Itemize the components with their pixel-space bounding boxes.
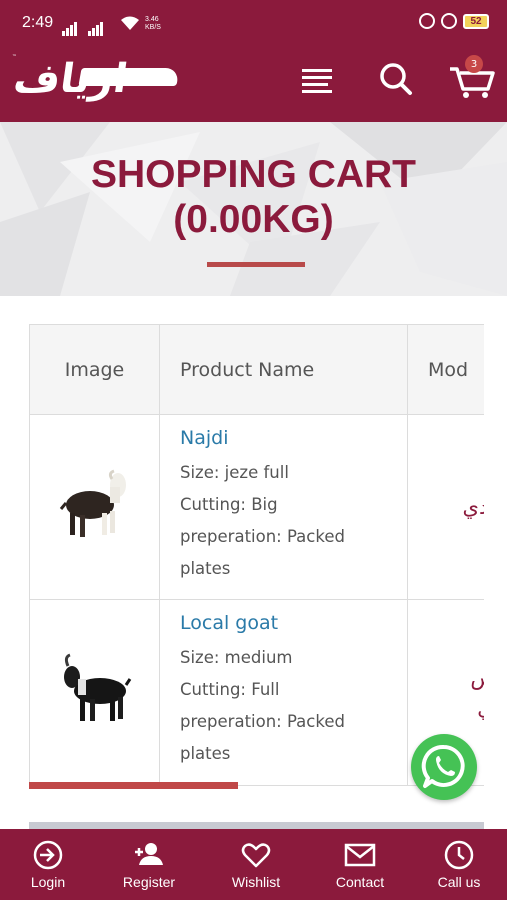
product-option: Size: jeze full [180,463,289,482]
header-image: Image [29,324,160,415]
speed-value: 3.46 [145,16,159,23]
product-option: Cutting: Full [180,680,280,699]
mail-icon [310,839,410,871]
product-option: plates [180,744,231,763]
whatsapp-icon [421,744,465,788]
table-header-row: Image Product Name Mod [29,324,484,415]
alarm-icon [441,13,457,29]
product-model: بس [408,663,484,693]
product-image-cell [29,599,160,786]
product-model: حدي [462,495,484,519]
nav-login-label: Login [30,874,66,890]
nav-call-us[interactable]: Call us [409,829,507,900]
cart-icon[interactable]: 3 [448,55,498,99]
product-details-cell: Najdi Size: jeze full Cutting: Big prepe… [159,414,408,600]
local-goat-image[interactable] [58,651,132,731]
page-title-line2: (0.00KG) [173,198,334,241]
nav-call-us-label: Call us [437,874,481,890]
search-icon[interactable] [376,59,416,99]
najdi-sheep-image[interactable] [58,465,132,545]
table-row: Najdi Size: jeze full Cutting: Big prepe… [29,414,484,600]
product-option: preperation: Packed [180,527,345,546]
heart-icon [206,839,306,871]
nav-contact[interactable]: Contact [310,829,410,900]
signal-icon-2 [88,17,104,36]
title-underline [207,262,305,267]
product-name-link[interactable]: Najdi [180,427,399,449]
product-model: دي [408,693,484,723]
product-model-cell: حدي [407,414,484,600]
app-header: ™ ارياف 3 [0,50,507,122]
signal-icon [62,17,78,36]
network-speed: 3.46 KB/S [145,16,161,32]
phone-icon [409,839,507,871]
nav-contact-label: Contact [335,874,385,890]
nav-login[interactable]: Login [0,829,98,900]
status-time: 2:49 [22,14,54,31]
cart-table: Image Product Name Mod Najdi Size: jeze … [29,324,484,786]
register-icon [99,839,199,871]
cart-table-container[interactable]: Image Product Name Mod Najdi Size: jeze … [29,324,484,794]
header-model: Mod [407,324,484,415]
nav-wishlist-label: Wishlist [231,874,281,890]
cart-count-badge: 3 [465,55,483,73]
logo-text: ارياف [10,56,131,102]
nav-register-label: Register [122,874,176,890]
notification-icon [419,13,435,29]
wifi-icon [120,15,140,35]
bottom-nav: Login Register Wishlist Contact Call us [0,829,507,900]
page-title: SHOPPING CART (0.00KG) [0,152,507,242]
logo[interactable]: ™ ارياف [10,54,180,112]
login-icon [0,839,98,871]
nav-wishlist[interactable]: Wishlist [206,829,306,900]
scrollbar-thumb[interactable] [29,782,238,789]
product-option: plates [180,559,231,578]
speed-unit: KB/S [145,24,161,31]
product-option: Cutting: Big [180,495,278,514]
product-details-cell: Local goat Size: medium Cutting: Full pr… [159,599,408,786]
header-product-name: Product Name [159,324,408,415]
menu-icon[interactable] [298,59,338,99]
product-name-link[interactable]: Local goat [180,612,399,634]
status-icons: 52 [419,13,489,29]
whatsapp-button[interactable] [411,734,477,800]
product-option: preperation: Packed [180,712,345,731]
product-option: Size: medium [180,648,293,667]
status-bar: 2:49 3.46 KB/S 52 [0,0,507,50]
page-hero: SHOPPING CART (0.00KG) [0,122,507,296]
page-title-line1: SHOPPING CART [90,153,417,196]
nav-register[interactable]: Register [99,829,199,900]
battery-icon: 52 [463,13,489,29]
product-image-cell [29,414,160,600]
